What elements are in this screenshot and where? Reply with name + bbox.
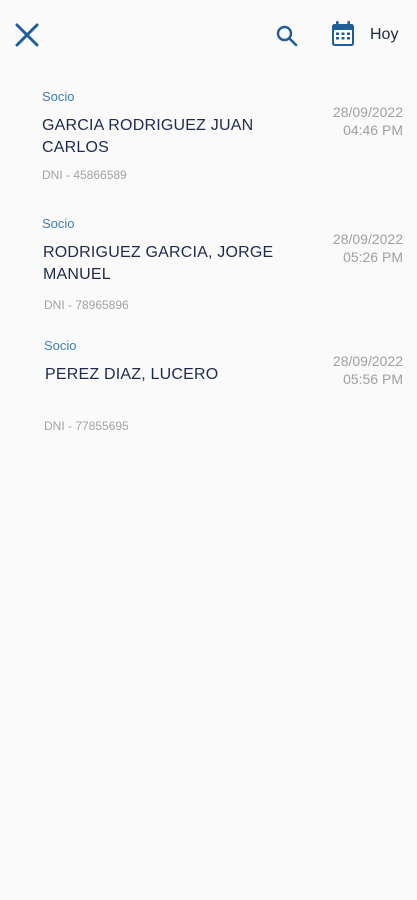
record-date: 28/09/2022	[332, 353, 403, 369]
record-time: 05:56 PM	[343, 371, 403, 387]
list-item[interactable]: Socio PEREZ DIAZ, LUCERO DNI - 77855695 …	[0, 320, 417, 440]
record-time: 05:26 PM	[343, 249, 403, 265]
record-time: 04:46 PM	[343, 122, 403, 138]
record-name: RODRIGUEZ GARCIA, JORGE MANUEL	[43, 244, 274, 283]
search-icon[interactable]	[275, 24, 299, 48]
list-item[interactable]: Socio GARCIA RODRIGUEZ JUAN CARLOS DNI -…	[0, 70, 417, 190]
list-item[interactable]: Socio RODRIGUEZ GARCIA, JORGE MANUEL DNI…	[0, 197, 417, 317]
record-type: Socio	[42, 89, 75, 104]
record-dni: DNI - 45866589	[42, 168, 127, 182]
record-type: Socio	[44, 338, 77, 353]
calendar-icon[interactable]	[331, 20, 355, 48]
record-type: Socio	[42, 216, 75, 231]
record-dni: DNI - 78965896	[44, 298, 129, 312]
record-dni: DNI - 77855695	[44, 419, 129, 433]
record-date: 28/09/2022	[332, 104, 403, 120]
top-app-bar: Hoy	[0, 0, 417, 70]
record-name: GARCIA RODRIGUEZ JUAN CARLOS	[42, 117, 254, 156]
today-button[interactable]: Hoy	[370, 26, 398, 44]
record-date: 28/09/2022	[332, 231, 403, 247]
close-icon[interactable]	[14, 22, 40, 48]
record-name: PEREZ DIAZ, LUCERO	[45, 366, 219, 383]
